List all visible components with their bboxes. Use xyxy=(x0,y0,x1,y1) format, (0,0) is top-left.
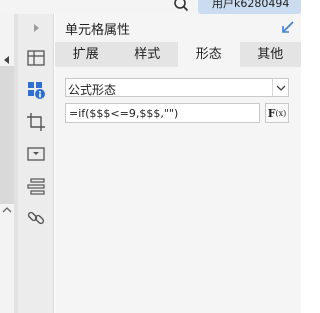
widget-icon xyxy=(27,147,45,161)
sheet-region xyxy=(0,66,14,204)
property-icon-rail xyxy=(18,14,54,313)
hyperlink-icon xyxy=(27,211,45,225)
tab-style[interactable]: 样式 xyxy=(117,42,179,67)
tab-other[interactable]: 其他 xyxy=(240,42,302,67)
cell-properties-panel: 单元格属性 扩展 样式 形态 其他 公式形态 F(x) xyxy=(55,14,301,313)
user-name-label: 用户k6280494 xyxy=(212,0,290,10)
search-icon[interactable] xyxy=(173,0,189,12)
rail-crop-button[interactable] xyxy=(24,110,48,134)
tab-expand[interactable]: 扩展 xyxy=(55,42,117,67)
collapse-panel-button[interactable] xyxy=(24,16,48,40)
select-dropdown-button[interactable] xyxy=(272,79,288,96)
cell-attribute-icon xyxy=(28,82,45,99)
crop-icon xyxy=(27,113,45,131)
formula-input[interactable] xyxy=(65,103,260,123)
top-toolbar-strip: 用户k6280494 xyxy=(0,0,301,14)
canvas-edge xyxy=(0,14,18,313)
rail-cell-expand-button[interactable] xyxy=(24,46,48,70)
fx-icon-sub: (x) xyxy=(275,108,287,118)
condition-icon xyxy=(27,178,45,195)
dock-arrow-icon[interactable] xyxy=(281,20,295,34)
panel-header: 单元格属性 xyxy=(55,14,301,40)
chevron-down-icon xyxy=(276,85,285,91)
formula-editor-button[interactable]: F (x) xyxy=(265,103,289,123)
cell-expand-icon xyxy=(27,50,45,66)
user-account-button[interactable]: 用户k6280494 xyxy=(198,0,301,14)
chevron-up-icon[interactable] xyxy=(1,204,13,216)
rail-widget-button[interactable] xyxy=(24,142,48,166)
form-type-value: 公式形态 xyxy=(68,83,117,97)
panel-title: 单元格属性 xyxy=(65,23,131,38)
rail-condition-button[interactable] xyxy=(24,174,48,198)
caret-left-icon[interactable] xyxy=(1,54,13,66)
tab-form[interactable]: 形态 xyxy=(178,42,240,67)
form-type-select[interactable]: 公式形态 xyxy=(65,78,289,97)
rail-hyperlink-button[interactable] xyxy=(24,206,48,230)
rail-cell-attribute-button[interactable] xyxy=(24,78,48,102)
expand-arrow-icon xyxy=(34,24,39,32)
fx-icon: F xyxy=(267,106,276,120)
property-tabs: 扩展 样式 形态 其他 xyxy=(55,42,301,67)
